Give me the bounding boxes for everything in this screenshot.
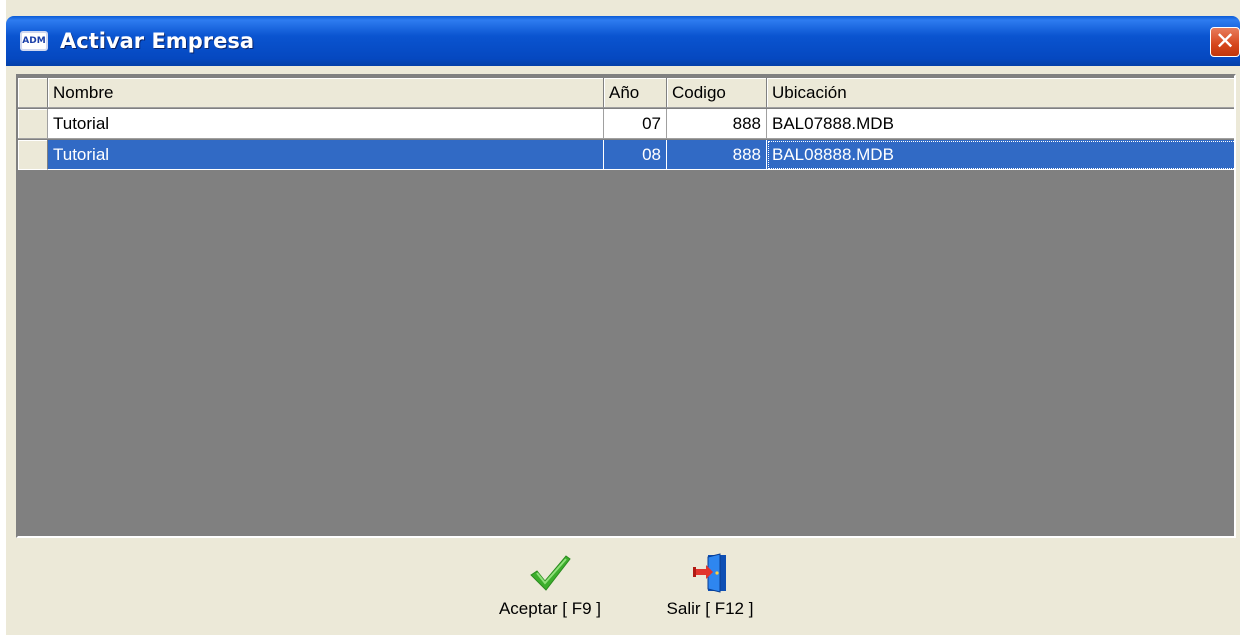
cell-anio[interactable]: 08 bbox=[604, 140, 667, 170]
cell-nombre[interactable]: Tutorial bbox=[48, 109, 604, 139]
close-button[interactable]: ✕ bbox=[1210, 27, 1240, 57]
app-icon: ADM bbox=[20, 31, 48, 51]
row-indicator[interactable] bbox=[18, 109, 48, 139]
cell-anio[interactable]: 07 bbox=[604, 109, 667, 139]
title-bar[interactable]: ADM Activar Empresa ✕ bbox=[6, 16, 1240, 66]
cell-codigo[interactable]: 888 bbox=[667, 109, 767, 139]
aceptar-label: Aceptar [ F9 ] bbox=[498, 599, 602, 618]
window-title: Activar Empresa bbox=[60, 29, 254, 53]
aceptar-button[interactable]: Aceptar [ F9 ] bbox=[480, 553, 620, 631]
column-header-codigo[interactable]: Codigo bbox=[667, 78, 767, 108]
cell-ubicacion[interactable]: BAL08888.MDB bbox=[767, 140, 1234, 170]
table-row-selected[interactable]: Tutorial 08 888 BAL08888.MDB bbox=[18, 140, 1234, 170]
salir-button[interactable]: Salir [ F12 ] bbox=[650, 553, 770, 631]
companies-grid[interactable]: Nombre Año Codigo Ubicación Tutorial 07 … bbox=[16, 74, 1236, 538]
column-header-nombre[interactable]: Nombre bbox=[48, 78, 604, 108]
salir-label: Salir [ F12 ] bbox=[666, 599, 754, 618]
button-bar: Aceptar [ F9 ] Salir [ F12 ] bbox=[6, 541, 1240, 635]
exit-door-icon bbox=[693, 553, 726, 593]
activar-empresa-window: ADM Activar Empresa ✕ Nombre Año Codigo … bbox=[6, 0, 1240, 635]
grid-header-row: Nombre Año Codigo Ubicación bbox=[18, 78, 1234, 108]
table-row[interactable]: Tutorial 07 888 BAL07888.MDB bbox=[18, 109, 1234, 139]
column-header-anio[interactable]: Año bbox=[604, 78, 667, 108]
column-header-ubicacion[interactable]: Ubicación bbox=[767, 78, 1234, 108]
cell-codigo[interactable]: 888 bbox=[667, 140, 767, 170]
row-indicator[interactable] bbox=[18, 140, 48, 170]
cell-nombre[interactable]: Tutorial bbox=[48, 140, 604, 170]
cell-ubicacion[interactable]: BAL07888.MDB bbox=[767, 109, 1234, 139]
header-indicator-cell bbox=[18, 78, 48, 108]
checkmark-icon bbox=[530, 555, 571, 591]
